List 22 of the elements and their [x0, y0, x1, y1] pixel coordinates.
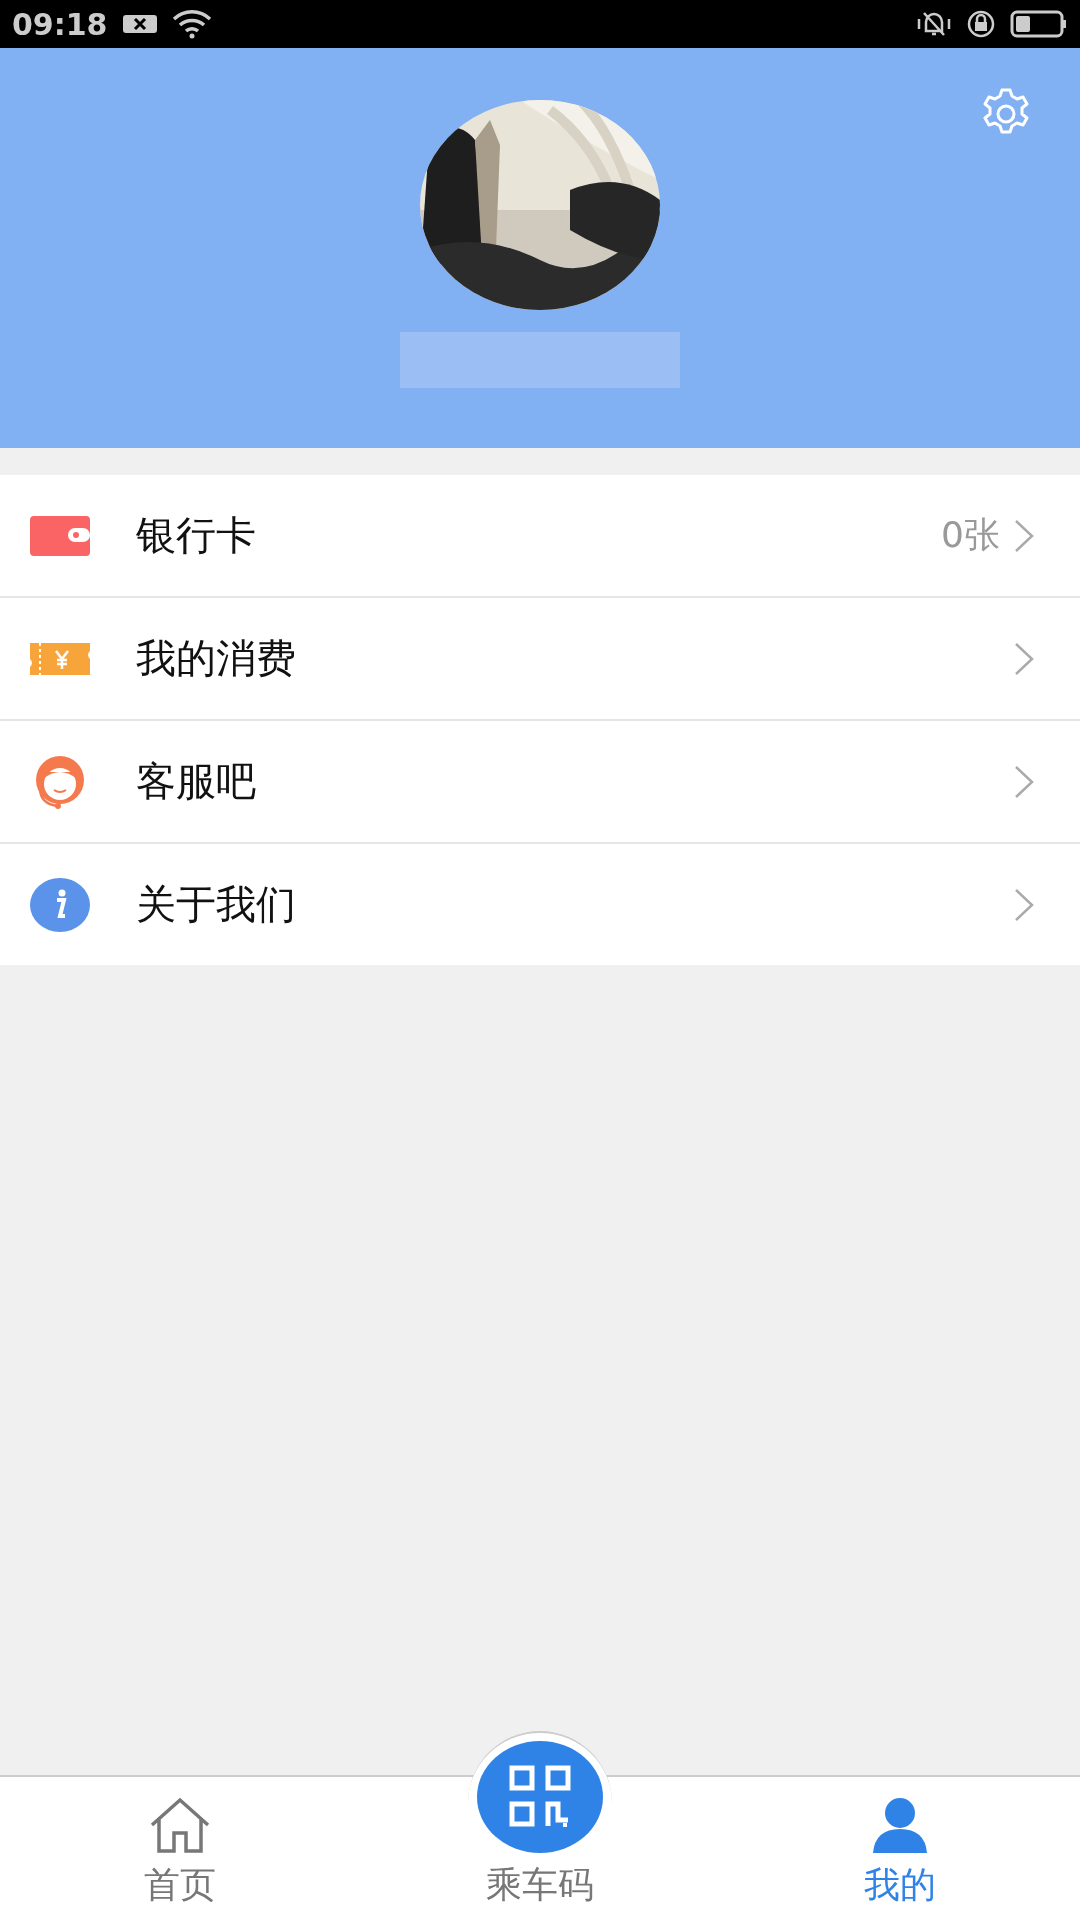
wifi-icon — [171, 9, 214, 39]
menu-label: 我的消费 — [136, 634, 296, 683]
card-count: 0张 — [941, 513, 1000, 557]
info-icon — [30, 877, 90, 932]
menu-item[interactable]: 我的消费 — [0, 598, 1080, 721]
rotation-lock-icon — [966, 9, 996, 39]
home-icon — [149, 1797, 211, 1853]
menu-label: 银行卡 — [136, 511, 256, 560]
menu-label: 关于我们 — [136, 880, 296, 929]
battery-icon — [1010, 10, 1068, 38]
wallet-icon — [30, 513, 90, 558]
qr-code-icon — [477, 1741, 603, 1853]
tab-item[interactable]: 首页 — [0, 1775, 360, 1920]
clock-time: 09:18 — [12, 6, 108, 42]
menu-item[interactable]: 客服吧 — [0, 721, 1080, 844]
tab-item[interactable]: 乘车码 — [360, 1731, 720, 1920]
user-icon — [873, 1797, 927, 1853]
menu-item[interactable]: 银行卡 0张 — [0, 475, 1080, 598]
menu-label: 客服吧 — [136, 757, 256, 806]
tab-item[interactable]: 我的 — [720, 1775, 1080, 1920]
notification-icon — [121, 13, 158, 35]
menu-item[interactable]: 关于我们 — [0, 844, 1080, 965]
